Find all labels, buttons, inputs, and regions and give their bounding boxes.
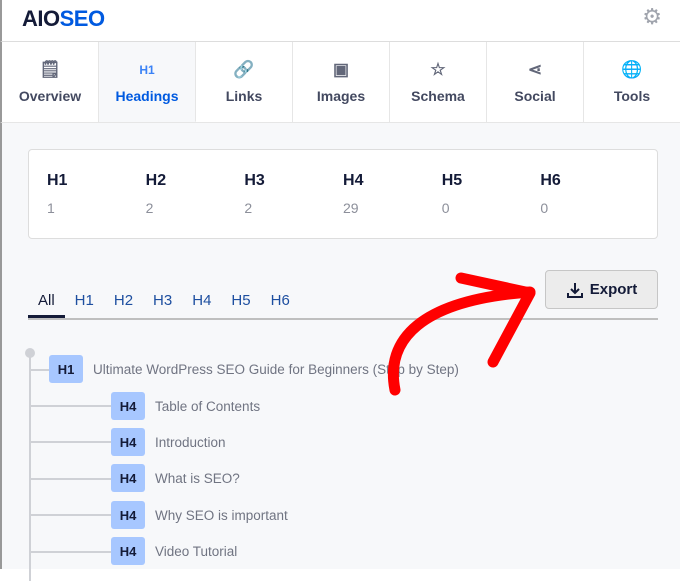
heading-text: Introduction (155, 434, 226, 450)
tab-label: Links (225, 88, 263, 104)
header: AIOSEO ⚙ (0, 0, 680, 42)
tab-overview[interactable]: 🗒 Overview (2, 42, 99, 122)
heading-item[interactable]: H1 Ultimate WordPress SEO Guide for Begin… (49, 355, 459, 383)
tab-bar: 🗒 Overview H1 Headings 🔗 Links ▣ Images ☆ Sch… (0, 42, 680, 123)
tab-social[interactable]: ⋖ Social (487, 42, 584, 122)
document-clock-icon: 🗒 (39, 60, 61, 79)
tree-branch (30, 441, 112, 443)
tab-links[interactable]: 🔗 Links (196, 42, 293, 122)
globe-icon: 🌐 (621, 60, 643, 79)
tree-branch (30, 369, 50, 371)
export-button[interactable]: Export (545, 270, 658, 309)
heading-level-badge: H4 (111, 464, 145, 492)
filter-h5[interactable]: H5 (221, 283, 260, 318)
tab-images[interactable]: ▣ Images (293, 42, 390, 122)
tab-label: Images (316, 88, 366, 104)
stat-h4: H4 29 (343, 172, 364, 216)
heading-item[interactable]: H4 Why SEO is important (111, 501, 288, 529)
filter-h3[interactable]: H3 (143, 283, 182, 318)
image-icon: ▣ (332, 60, 350, 79)
heading-item[interactable]: H4 Table of Contents (111, 392, 260, 420)
tree-branch (30, 478, 112, 480)
heading-stats-card: H1 1 H2 2 H3 2 H4 29 H5 0 H6 0 (28, 149, 658, 239)
heading-level-badge: H1 (49, 355, 83, 383)
heading-text: Why SEO is important (155, 507, 288, 523)
tab-label: Schema (411, 88, 465, 104)
heading-text: Table of Contents (155, 398, 261, 414)
link-icon: 🔗 (233, 60, 255, 79)
heading-text: Ultimate WordPress SEO Guide for Beginne… (93, 361, 459, 377)
heading-level-badge: H4 (111, 392, 145, 420)
tab-label: Tools (613, 88, 651, 104)
filter-h2[interactable]: H2 (104, 283, 143, 318)
heading-level-badge: H4 (111, 537, 145, 565)
stat-h2: H2 2 (145, 172, 167, 216)
tab-headings[interactable]: H1 Headings (99, 42, 196, 122)
heading-text: Video Tutorial (155, 543, 238, 559)
star-icon: ☆ (430, 60, 446, 79)
stat-h6: H6 0 (540, 172, 561, 216)
heading-text: What is SEO? (155, 470, 240, 486)
tab-label: Overview (18, 88, 82, 104)
export-label: Export (589, 281, 638, 298)
tab-schema[interactable]: ☆ Schema (390, 42, 487, 122)
tree-line (29, 351, 31, 581)
tree-branch (30, 514, 112, 516)
h1-icon: H1 (139, 62, 155, 77)
tab-label: Social (514, 88, 556, 104)
stat-h1: H1 1 (47, 172, 68, 216)
heading-item[interactable]: H4 What is SEO? (111, 464, 240, 492)
filter-all[interactable]: All (28, 283, 65, 318)
headings-panel: H1 1 H2 2 H3 2 H4 29 H5 0 H6 0 All H1 H2 H3 H4… (0, 123, 680, 581)
filter-h4[interactable]: H4 (182, 283, 221, 318)
heading-level-badge: H4 (111, 428, 145, 456)
share-icon: ⋖ (527, 60, 543, 79)
heading-item[interactable]: H4 Introduction (111, 428, 226, 456)
filter-h1[interactable]: H1 (65, 283, 104, 318)
tab-tools[interactable]: 🌐 Tools (584, 42, 680, 122)
aioseo-logo: AIOSEO (22, 6, 105, 31)
stat-h5: H5 0 (441, 172, 463, 216)
heading-item[interactable]: H4 Video Tutorial (111, 537, 237, 565)
gear-icon[interactable]: ⚙ (642, 4, 662, 30)
download-icon (566, 282, 583, 298)
filter-h6[interactable]: H6 (261, 283, 300, 318)
stat-h3: H3 2 (244, 172, 265, 216)
heading-level-badge: H4 (111, 501, 145, 529)
tab-label: Headings (115, 87, 179, 104)
tree-branch (30, 405, 112, 407)
tree-branch (30, 551, 112, 553)
